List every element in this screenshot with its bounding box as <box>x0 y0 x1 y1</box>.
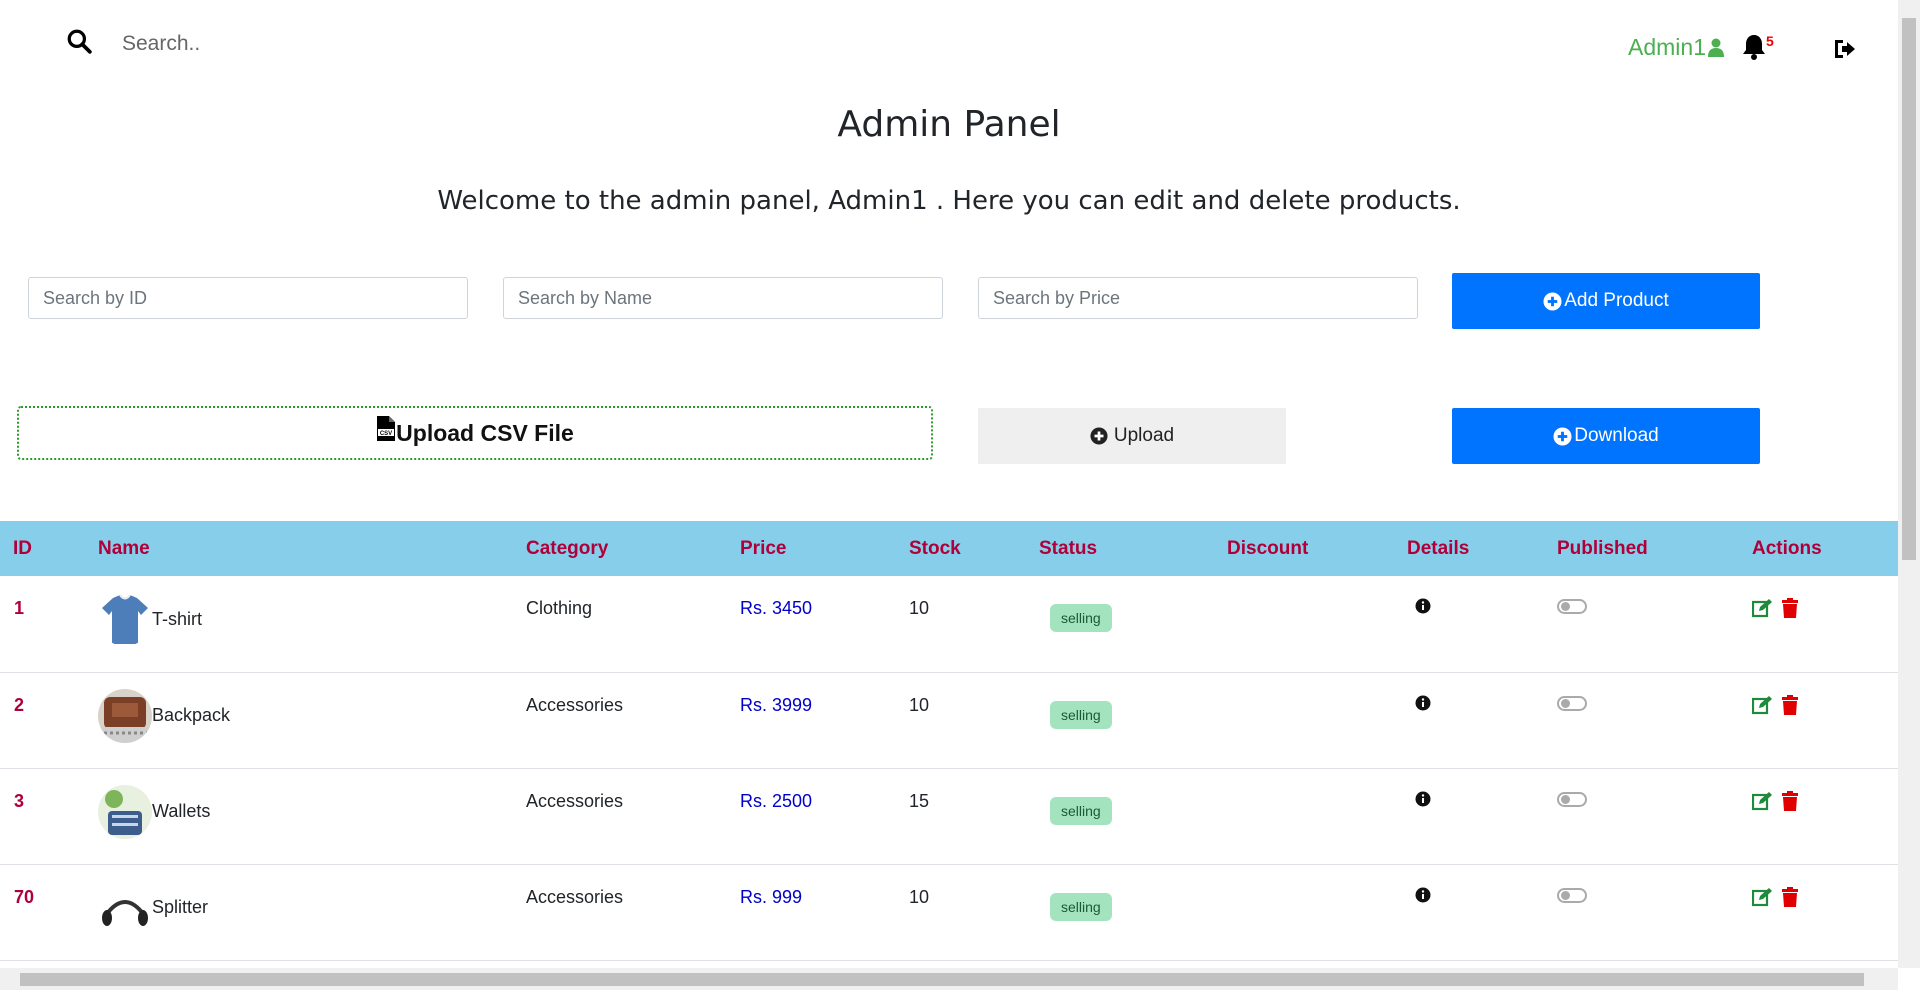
user-profile-link[interactable]: Admin1 <box>1628 34 1724 61</box>
column-header-category[interactable]: Category <box>526 521 740 576</box>
row-id: 3 <box>0 768 98 865</box>
column-header-stock[interactable]: Stock <box>909 521 1039 576</box>
product-name: Backpack <box>152 705 231 725</box>
row-discount <box>1227 576 1407 673</box>
published-toggle[interactable] <box>1557 887 1587 903</box>
product-name: T-shirt <box>152 608 203 629</box>
plus-circle-icon <box>1553 426 1572 446</box>
row-id: 2 <box>0 672 98 769</box>
edit-icon[interactable] <box>1751 791 1772 811</box>
upload-csv-label: Upload CSV File <box>396 419 574 446</box>
search-by-price-input[interactable] <box>978 277 1418 319</box>
vertical-scrollbar-thumb[interactable] <box>1902 18 1916 560</box>
download-label: Download <box>1574 425 1659 446</box>
csv-file-icon: CSV <box>377 416 396 441</box>
search-by-name-input[interactable] <box>503 277 943 319</box>
table-row: 3 Wallets Accessories Rs. 2500 15 sellin… <box>0 768 1898 865</box>
svg-text:CSV: CSV <box>380 431 392 437</box>
info-icon[interactable] <box>1415 695 1431 711</box>
delete-icon[interactable] <box>1780 886 1800 907</box>
column-header-name[interactable]: Name <box>98 521 526 576</box>
info-icon[interactable] <box>1415 887 1431 903</box>
column-header-published[interactable]: Published <box>1557 521 1752 576</box>
status-badge: selling <box>1050 796 1112 825</box>
column-header-details[interactable]: Details <box>1407 521 1557 576</box>
product-thumbnail-tshirt <box>98 592 152 646</box>
row-discount <box>1227 864 1407 961</box>
column-header-id[interactable]: ID <box>0 521 98 576</box>
row-stock: 10 <box>909 672 1039 769</box>
row-stock: 10 <box>909 864 1039 961</box>
edit-icon[interactable] <box>1751 695 1772 715</box>
horizontal-scrollbar-thumb[interactable] <box>20 973 1864 986</box>
top-bar: Admin1 5 <box>0 0 1898 90</box>
top-search-input[interactable] <box>110 24 734 64</box>
row-id: 1 <box>0 576 98 673</box>
column-header-status[interactable]: Status <box>1039 521 1227 576</box>
delete-icon[interactable] <box>1780 598 1800 618</box>
product-thumbnail-splitter <box>98 880 152 935</box>
table-row: 1 T-shirt Clothing Rs. 3450 10 selling <box>0 576 1898 673</box>
status-badge: selling <box>1050 892 1112 921</box>
row-discount <box>1227 768 1407 865</box>
edit-icon[interactable] <box>1751 887 1772 907</box>
products-table: ID Name Category Price Stock Status Disc… <box>0 521 1898 961</box>
row-stock: 10 <box>909 576 1039 673</box>
row-id: 70 <box>0 864 98 961</box>
plus-circle-icon <box>1090 427 1108 445</box>
product-name: Splitter <box>152 897 209 917</box>
user-icon <box>1707 38 1724 57</box>
page-title: Admin Panel <box>837 104 1061 145</box>
product-name: Wallets <box>152 801 211 821</box>
welcome-message: Welcome to the admin panel, Admin1 . Her… <box>437 186 1461 216</box>
upload-csv-dropzone[interactable]: CSV Upload CSV File <box>17 406 933 460</box>
status-badge: selling <box>1050 700 1112 729</box>
edit-icon[interactable] <box>1751 598 1772 618</box>
row-category: Clothing <box>526 576 740 673</box>
info-icon[interactable] <box>1415 791 1431 807</box>
add-product-label: Add Product <box>1564 290 1669 311</box>
published-toggle[interactable] <box>1557 599 1587 614</box>
add-product-button[interactable]: Add Product <box>1452 273 1760 329</box>
column-header-discount[interactable]: Discount <box>1227 521 1407 576</box>
download-button[interactable]: Download <box>1452 408 1760 464</box>
search-icon[interactable] <box>66 28 92 54</box>
row-name-cell: T-shirt <box>98 576 526 673</box>
row-category: Accessories <box>526 768 740 865</box>
row-name-cell: Wallets <box>98 768 526 865</box>
notification-count-badge: 5 <box>1766 33 1774 49</box>
published-toggle[interactable] <box>1557 695 1587 711</box>
user-name: Admin1 <box>1628 34 1706 60</box>
plus-circle-icon <box>1543 291 1562 311</box>
delete-icon[interactable] <box>1780 694 1800 715</box>
delete-icon[interactable] <box>1780 790 1800 811</box>
row-category: Accessories <box>526 672 740 769</box>
column-header-price[interactable]: Price <box>740 521 909 576</box>
upload-button[interactable]: Upload <box>978 408 1286 464</box>
row-category: Accessories <box>526 864 740 961</box>
product-thumbnail-backpack <box>98 688 152 743</box>
table-header-row: ID Name Category Price Stock Status Disc… <box>0 521 1898 576</box>
row-name-cell: Backpack <box>98 672 526 769</box>
notification-bell-icon[interactable] <box>1742 34 1766 60</box>
row-price: Rs. 3450 <box>740 576 909 673</box>
table-row: 70 Splitter Accessories Rs. 999 10 selli… <box>0 864 1898 961</box>
horizontal-scrollbar[interactable] <box>0 968 1898 990</box>
logout-icon[interactable] <box>1832 38 1856 60</box>
row-name-cell: Splitter <box>98 864 526 961</box>
vertical-scrollbar[interactable] <box>1898 0 1920 968</box>
info-icon[interactable] <box>1415 598 1431 614</box>
row-stock: 15 <box>909 768 1039 865</box>
published-toggle[interactable] <box>1557 791 1587 807</box>
row-price: Rs. 2500 <box>740 768 909 865</box>
column-header-actions: Actions <box>1752 537 1822 559</box>
search-by-id-input[interactable] <box>28 277 468 319</box>
row-price: Rs. 3999 <box>740 672 909 769</box>
product-thumbnail-wallets <box>98 784 152 839</box>
row-discount <box>1227 672 1407 769</box>
table-row: 2 Backpack Accessories Rs. 3999 10 selli… <box>0 672 1898 769</box>
upload-label: Upload <box>1113 425 1175 446</box>
row-price: Rs. 999 <box>740 864 909 961</box>
status-badge: selling <box>1050 604 1112 632</box>
